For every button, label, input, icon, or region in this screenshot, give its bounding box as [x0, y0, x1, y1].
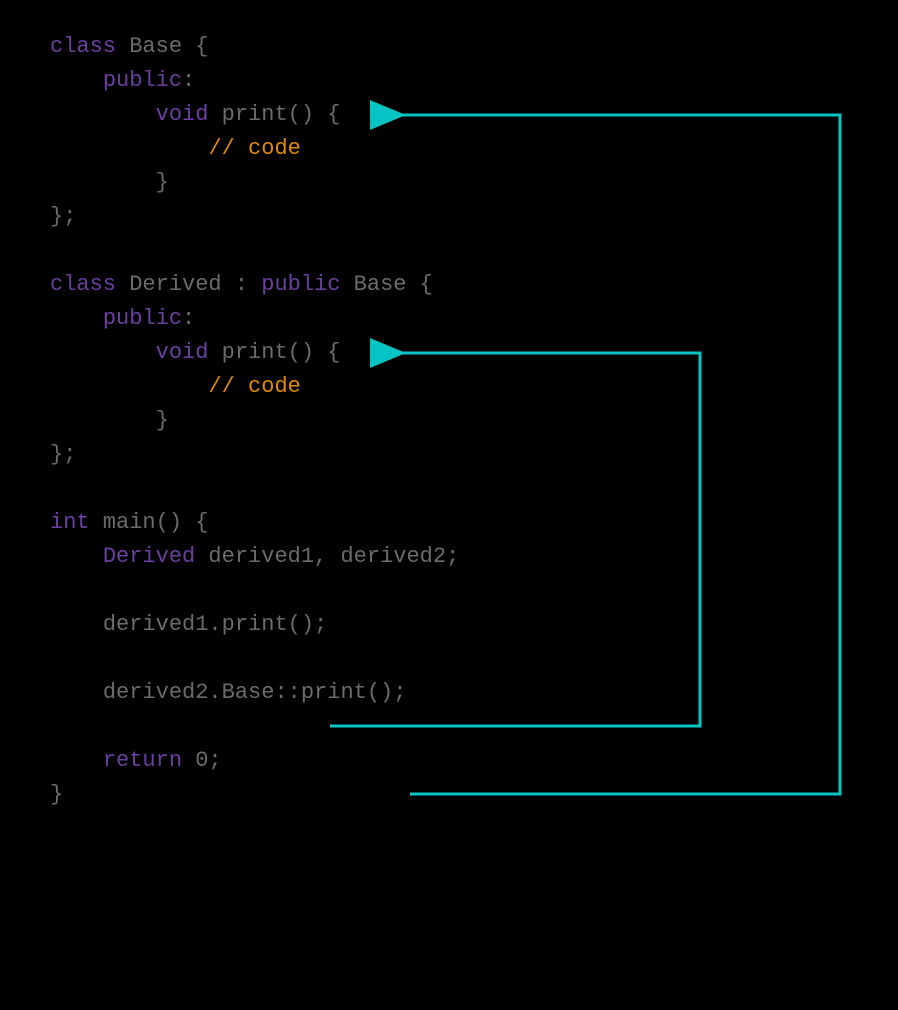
brace: } — [50, 782, 63, 807]
keyword-void: void — [156, 340, 209, 365]
keyword-class: class — [50, 34, 116, 59]
line-16: derived2.Base::print(); — [50, 676, 848, 710]
blank-3 — [50, 574, 848, 608]
keyword-class: class — [50, 272, 116, 297]
blank-4 — [50, 642, 848, 676]
line-1: class Base { — [50, 30, 848, 64]
text: derived1, derived2; — [195, 544, 459, 569]
comment: // code — [208, 136, 300, 161]
colon: : — [182, 306, 195, 331]
indent — [50, 306, 103, 331]
indent — [50, 748, 103, 773]
indent — [50, 340, 156, 365]
colon: : — [182, 68, 195, 93]
keyword-public: public — [261, 272, 340, 297]
keyword-return: return — [103, 748, 182, 773]
text: print() { — [208, 102, 340, 127]
line-12: }; — [50, 438, 848, 472]
line-15: derived1.print(); — [50, 608, 848, 642]
text: Base { — [116, 34, 208, 59]
keyword-public: public — [103, 306, 182, 331]
line-13: int main() { — [50, 506, 848, 540]
line-10: // code — [50, 370, 848, 404]
text: Base { — [340, 272, 432, 297]
line-14: Derived derived1, derived2; — [50, 540, 848, 574]
line-9: void print() { — [50, 336, 848, 370]
blank-1 — [50, 234, 848, 268]
indent — [50, 544, 103, 569]
code-diagram: class Base { public: void print() { // c… — [50, 30, 848, 812]
indent — [50, 68, 103, 93]
blank-5 — [50, 710, 848, 744]
call-derived: derived1.print(); — [103, 612, 327, 637]
type-name: Derived — [103, 544, 195, 569]
indent — [50, 612, 103, 637]
line-5: } — [50, 166, 848, 200]
indent — [50, 374, 208, 399]
keyword-public: public — [103, 68, 182, 93]
end: }; — [50, 442, 76, 467]
text: Derived : — [116, 272, 261, 297]
keyword-int: int — [50, 510, 90, 535]
indent — [50, 136, 208, 161]
line-3: void print() { — [50, 98, 848, 132]
line-11: } — [50, 404, 848, 438]
line-6: }; — [50, 200, 848, 234]
end: }; — [50, 204, 76, 229]
line-4: // code — [50, 132, 848, 166]
comment: // code — [208, 374, 300, 399]
text: 0; — [182, 748, 222, 773]
brace: } — [156, 408, 169, 433]
text: print() { — [208, 340, 340, 365]
line-7: class Derived : public Base { — [50, 268, 848, 302]
line-2: public: — [50, 64, 848, 98]
indent — [50, 170, 156, 195]
brace: } — [156, 170, 169, 195]
indent — [50, 408, 156, 433]
line-18: } — [50, 778, 848, 812]
line-17: return 0; — [50, 744, 848, 778]
blank-2 — [50, 472, 848, 506]
indent — [50, 102, 156, 127]
text: main() { — [90, 510, 209, 535]
line-8: public: — [50, 302, 848, 336]
call-base: derived2.Base::print(); — [103, 680, 407, 705]
indent — [50, 680, 103, 705]
keyword-void: void — [156, 102, 209, 127]
